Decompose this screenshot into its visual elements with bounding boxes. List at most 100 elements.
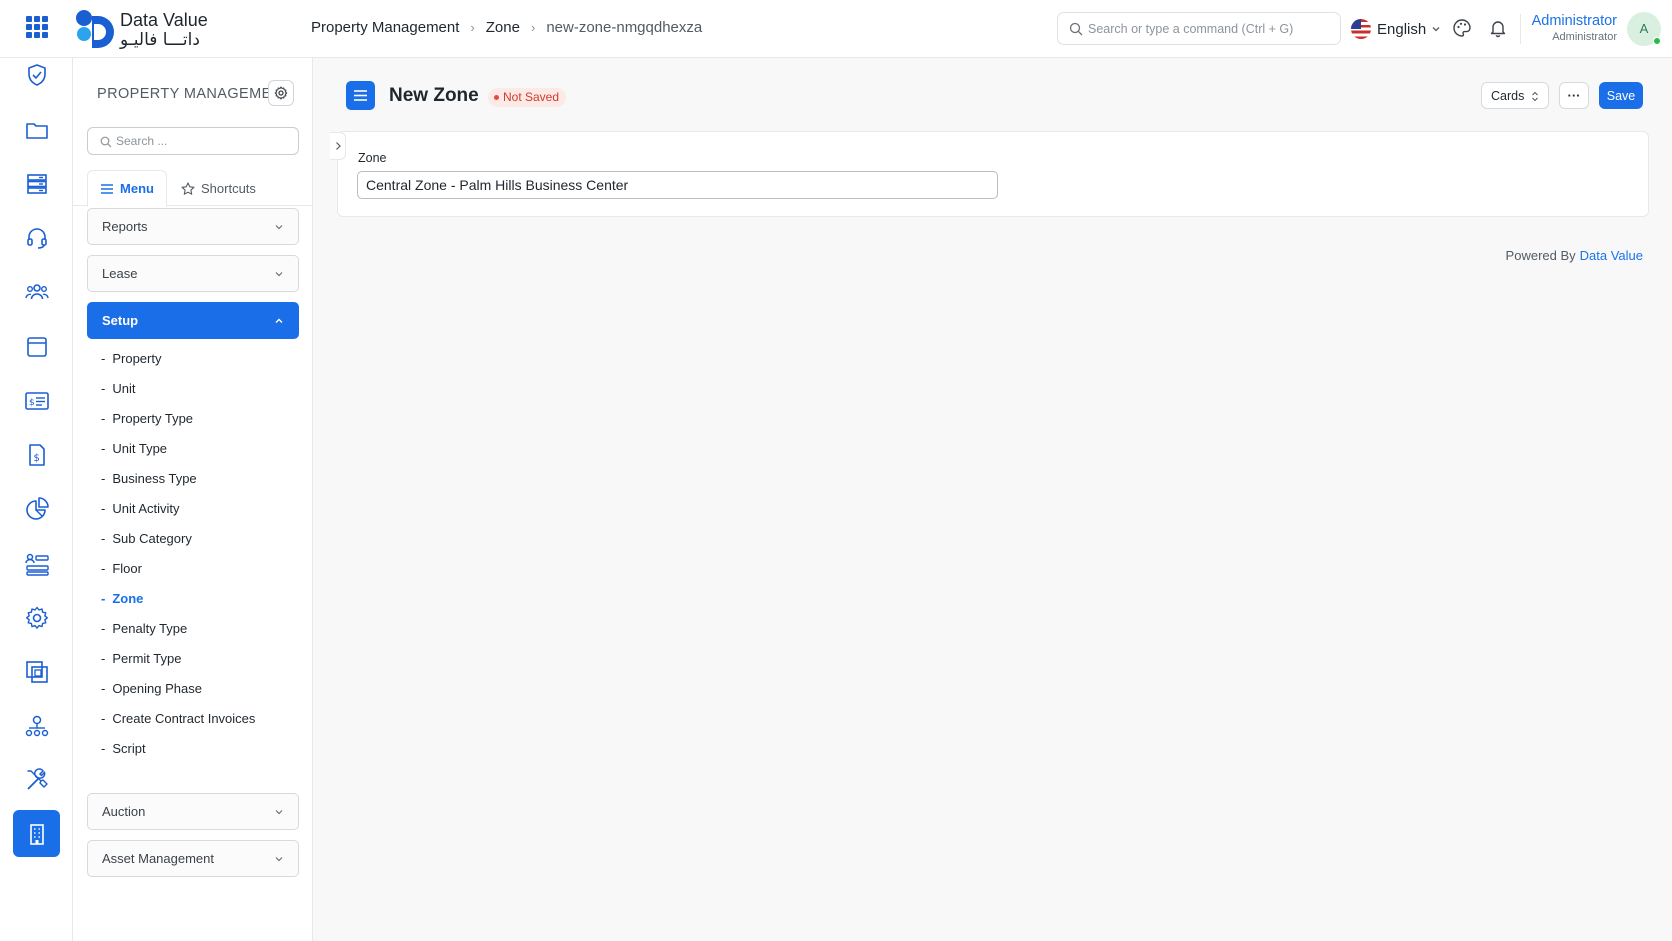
setup-item-permit-type[interactable]: - Permit Type: [101, 648, 181, 668]
avatar[interactable]: A: [1627, 12, 1661, 46]
palette-icon[interactable]: [1452, 18, 1472, 38]
page-title: New Zone: [389, 85, 479, 106]
setup-item-unit[interactable]: - Unit: [101, 378, 135, 398]
rail-users-group-icon[interactable]: [22, 277, 52, 307]
save-button[interactable]: Save: [1599, 82, 1643, 109]
powered-by-link[interactable]: Data Value: [1580, 248, 1643, 263]
sidebar-tabs: Menu Shortcuts: [73, 170, 313, 207]
setup-item-label: Script: [112, 740, 146, 756]
setup-item-label: Create Contract Invoices: [112, 710, 256, 726]
setup-item-sub-category[interactable]: - Sub Category: [101, 528, 192, 548]
sidebar-search-input[interactable]: [116, 128, 296, 154]
setup-item-label: Floor: [112, 560, 142, 576]
setup-item-script[interactable]: - Script: [101, 738, 146, 758]
breadcrumb: Property Management › Zone › new-zone-nm…: [311, 19, 702, 36]
online-status-dot: [1653, 37, 1661, 45]
svg-text:$: $: [29, 398, 35, 408]
setup-item-create-contract-invoices[interactable]: - Create Contract Invoices: [101, 708, 255, 728]
zone-field[interactable]: [357, 171, 998, 199]
chevron-right-icon: ›: [530, 20, 536, 35]
setup-item-label: Sub Category: [112, 530, 192, 546]
language-selector[interactable]: English: [1351, 18, 1441, 40]
rail-user-list-icon[interactable]: [22, 549, 52, 579]
section-lease-label: Lease: [102, 266, 138, 281]
workspace-title: PROPERTY MANAGEMENT: [97, 86, 269, 102]
zone-field-label: Zone: [358, 151, 387, 165]
user-name[interactable]: Administrator: [1528, 13, 1617, 29]
rail-headset-icon[interactable]: [22, 223, 52, 253]
section-setup-label: Setup: [102, 313, 139, 328]
section-auction[interactable]: Auction: [87, 793, 299, 830]
language-label: English: [1377, 20, 1427, 38]
setup-item-property[interactable]: - Property: [101, 348, 161, 368]
setup-item-floor[interactable]: - Floor: [101, 558, 142, 578]
bell-icon[interactable]: [1488, 18, 1508, 38]
collapse-toggle-button[interactable]: [330, 132, 346, 160]
powered-by-footer: Powered By Data Value: [1314, 248, 1643, 263]
view-selector-label: Cards: [1491, 88, 1525, 103]
workspace-sidebar: PROPERTY MANAGEMENT Menu Shortcuts Repor…: [73, 58, 313, 941]
setup-item-unit-activity[interactable]: - Unit Activity: [101, 498, 180, 518]
rail-window-icon[interactable]: [22, 332, 52, 362]
top-navbar: Data Value داتـــا فاليـو Property Manag…: [0, 0, 1672, 58]
rail-building-icon[interactable]: [13, 810, 60, 857]
data-value-logo-icon: [76, 10, 114, 48]
setup-item-label: Property Type: [112, 410, 194, 426]
rail-tools-icon[interactable]: [22, 765, 52, 795]
brand-name-en: Data Value: [120, 10, 208, 30]
breadcrumb-zone[interactable]: Zone: [486, 19, 520, 36]
user-role: Administrator: [1552, 31, 1617, 43]
rail-settings-gear-icon[interactable]: [22, 603, 52, 633]
section-setup[interactable]: Setup: [87, 302, 299, 339]
more-actions-button[interactable]: ···: [1559, 82, 1589, 109]
tab-shortcuts[interactable]: Shortcuts: [181, 170, 291, 207]
brand-logo[interactable]: Data Value داتـــا فاليـو: [74, 6, 224, 50]
star-icon: [181, 181, 195, 195]
breadcrumb-property-management[interactable]: Property Management: [311, 19, 459, 36]
divider: [1520, 14, 1521, 44]
app-grid-icon[interactable]: [26, 16, 48, 38]
ellipsis-icon: ···: [1567, 88, 1581, 103]
workspace-settings-button[interactable]: [268, 80, 294, 106]
rail-server-icon[interactable]: [22, 169, 52, 199]
section-reports[interactable]: Reports: [87, 208, 299, 245]
menu-lines-icon: [354, 90, 367, 101]
setup-item-label: Property: [112, 350, 162, 366]
menu-lines-icon: [101, 183, 114, 194]
breadcrumb-current-doc: new-zone-nmgqdhexza: [546, 19, 703, 36]
section-lease[interactable]: Lease: [87, 255, 299, 292]
rail-folder-icon[interactable]: [22, 115, 52, 145]
rail-pie-chart-icon[interactable]: [22, 494, 52, 524]
setup-item-label: Unit Activity: [112, 500, 180, 516]
chevron-down-icon: [1432, 27, 1440, 32]
setup-item-zone[interactable]: - Zone: [101, 588, 143, 608]
setup-item-property-type[interactable]: - Property Type: [101, 408, 193, 428]
setup-item-label: Opening Phase: [112, 680, 202, 696]
rail-dollar-document-icon[interactable]: $: [22, 440, 52, 470]
svg-text:$: $: [34, 453, 40, 464]
rail-org-hierarchy-icon[interactable]: [22, 711, 52, 741]
setup-item-penalty-type[interactable]: - Penalty Type: [101, 618, 187, 638]
chevron-down-icon: [275, 810, 283, 815]
sidebar-search[interactable]: [87, 127, 299, 155]
rail-invoice-card-icon[interactable]: $: [22, 386, 52, 416]
rail-shield-check-icon[interactable]: [22, 60, 52, 90]
setup-item-label: Permit Type: [112, 650, 182, 666]
form-sidebar-toggle-button[interactable]: [346, 81, 375, 110]
tab-menu[interactable]: Menu: [87, 170, 167, 207]
setup-item-opening-phase[interactable]: - Opening Phase: [101, 678, 202, 698]
section-asset-management[interactable]: Asset Management: [87, 840, 299, 877]
form-section: Zone: [330, 131, 1649, 217]
view-selector-button[interactable]: Cards: [1481, 82, 1549, 109]
setup-item-label: Unit Type: [112, 440, 168, 456]
tab-shortcuts-label: Shortcuts: [201, 181, 256, 196]
setup-item-unit-type[interactable]: - Unit Type: [101, 438, 167, 458]
section-reports-label: Reports: [102, 219, 148, 234]
setup-item-business-type[interactable]: - Business Type: [101, 468, 197, 488]
awesome-bar[interactable]: [1057, 12, 1341, 45]
awesome-bar-input[interactable]: [1088, 13, 1336, 44]
tab-menu-label: Menu: [120, 181, 154, 196]
powered-by-label: Powered By: [1505, 248, 1576, 263]
rail-layers-copy-icon[interactable]: [22, 657, 52, 687]
chevron-down-icon: [275, 225, 283, 230]
